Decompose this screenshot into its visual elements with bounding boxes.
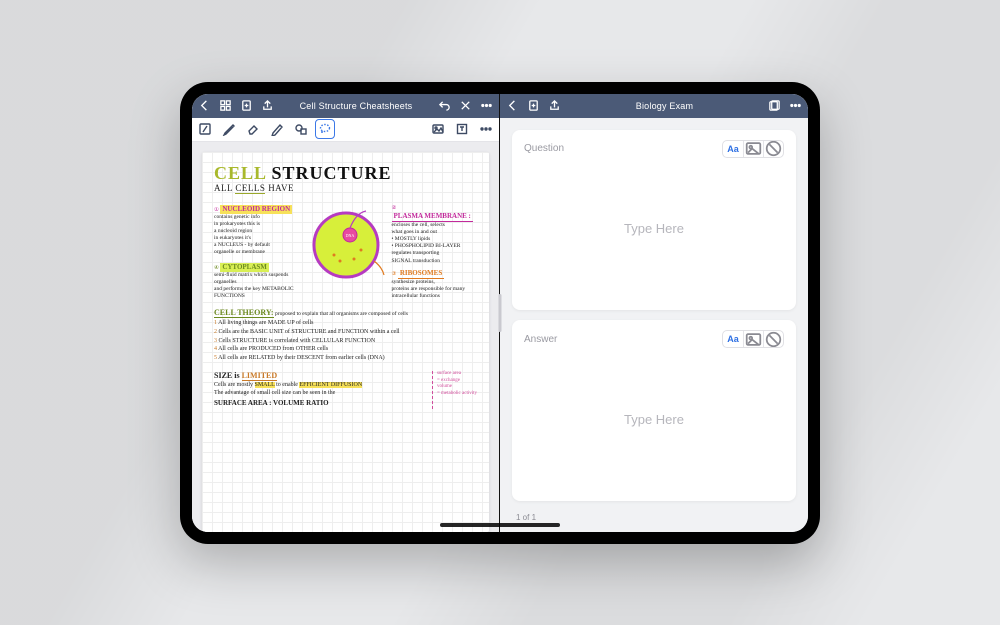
close-icon[interactable] [459,99,472,112]
undo-icon[interactable] [438,99,451,112]
lasso-icon[interactable] [318,122,332,136]
cell-drawing: DNA [306,205,386,285]
notes-cytoplasm: semi-fluid matrix which suspends organel… [214,272,300,301]
left-pane: Cell Structure Cheatsheets [192,94,500,532]
left-nav-bar: Cell Structure Cheatsheets [192,94,499,118]
grid-icon[interactable] [219,99,232,112]
notes-plasma: encloses the cell, selects what goes in … [392,222,478,265]
back-icon[interactable] [506,99,519,112]
notes-ribosomes: synthesize proteins, proteins are respon… [392,279,478,300]
image-tool[interactable] [743,331,763,347]
text-tool[interactable]: Aa [723,331,743,347]
num-3: ③ [392,271,397,277]
right-pane: Biology Exam Question Aa [500,94,808,532]
eraser-icon[interactable] [246,122,260,136]
draw-tool[interactable] [763,141,783,157]
question-label: Question [524,143,564,154]
theory-section: CELL THEORY: proposed to explain that al… [214,308,477,363]
cell-diagram: ① NUCLEOID REGION contains genetic info … [214,205,477,301]
note-page[interactable]: CELL STRUCTURE ALL CELLS HAVE ① NUCLEOID… [202,152,489,532]
notes-nucleoid: contains genetic info in prokaryotes thi… [214,214,300,257]
note-title: CELL STRUCTURE [214,162,477,185]
size-section: SIZE is LIMITED Cells are mostly SMALL t… [214,371,477,408]
more-icon[interactable] [789,99,802,112]
tablet-frame: Cell Structure Cheatsheets [180,82,820,544]
image-icon[interactable] [431,122,445,136]
svg-text:DNA: DNA [345,233,354,238]
home-indicator[interactable] [440,523,560,527]
num-4: ④ [214,265,219,271]
flashcard-area: Question Aa Type Here Answer Aa [500,118,808,532]
label-nucleoid: NUCLEOID REGION [220,205,292,214]
left-nav-right-cluster [438,99,493,112]
readonly-icon[interactable] [198,122,212,136]
text-tool[interactable]: Aa [723,141,743,157]
size-aside: surface area = exchange volume = metabol… [432,371,477,408]
answer-input[interactable]: Type Here [524,348,784,491]
theory-list: 1 All living things are MADE UP of cells… [214,320,477,363]
theory-item: 2 Cells are the BASIC UNIT of STRUCTURE … [214,329,477,337]
add-card-icon[interactable] [527,99,540,112]
study-icon[interactable] [768,99,781,112]
split-handle[interactable] [499,294,502,332]
theory-item: 3 Cells STRUCTURE is correlated with CEL… [214,338,477,346]
draw-tool[interactable] [763,331,783,347]
size-final: SURFACE AREA : VOLUME RATIO [214,399,426,408]
right-title[interactable]: Biology Exam [569,101,760,111]
num-2: ② [392,205,397,211]
highlighter-icon[interactable] [270,122,284,136]
more-tools-icon[interactable] [479,122,493,136]
label-plasma: PLASMA MEMBRANE : [392,212,473,222]
more-icon[interactable] [480,99,493,112]
left-nav-left-cluster [198,99,274,112]
add-page-icon[interactable] [240,99,253,112]
image-tool[interactable] [743,141,763,157]
label-ribosomes: RIBOSOMES [398,269,444,279]
text-icon[interactable] [455,122,469,136]
question-input[interactable]: Type Here [524,158,784,301]
share-icon[interactable] [548,99,561,112]
theory-item: 1 All living things are MADE UP of cells [214,320,477,328]
num-1: ① [214,207,219,213]
left-title[interactable]: Cell Structure Cheatsheets [282,101,430,111]
note-canvas-wrap: CELL STRUCTURE ALL CELLS HAVE ① NUCLEOID… [192,142,499,532]
left-toolbar [192,118,499,142]
label-cytoplasm: CYTOPLASM [220,263,269,272]
question-card[interactable]: Question Aa Type Here [512,130,796,311]
screen: Cell Structure Cheatsheets [192,94,808,532]
pen-icon[interactable] [222,122,236,136]
right-nav-bar: Biology Exam [500,94,808,118]
back-icon[interactable] [198,99,211,112]
card-tool-segmented: Aa [722,330,784,348]
theory-item: 5 All cells are RELATED by their DESCENT… [214,355,477,363]
theory-item: 4 All cells are PRODUCED from OTHER cell… [214,346,477,354]
shapes-icon[interactable] [294,122,308,136]
answer-card[interactable]: Answer Aa Type Here [512,320,796,501]
share-icon[interactable] [261,99,274,112]
answer-label: Answer [524,334,557,345]
card-tool-segmented: Aa [722,140,784,158]
